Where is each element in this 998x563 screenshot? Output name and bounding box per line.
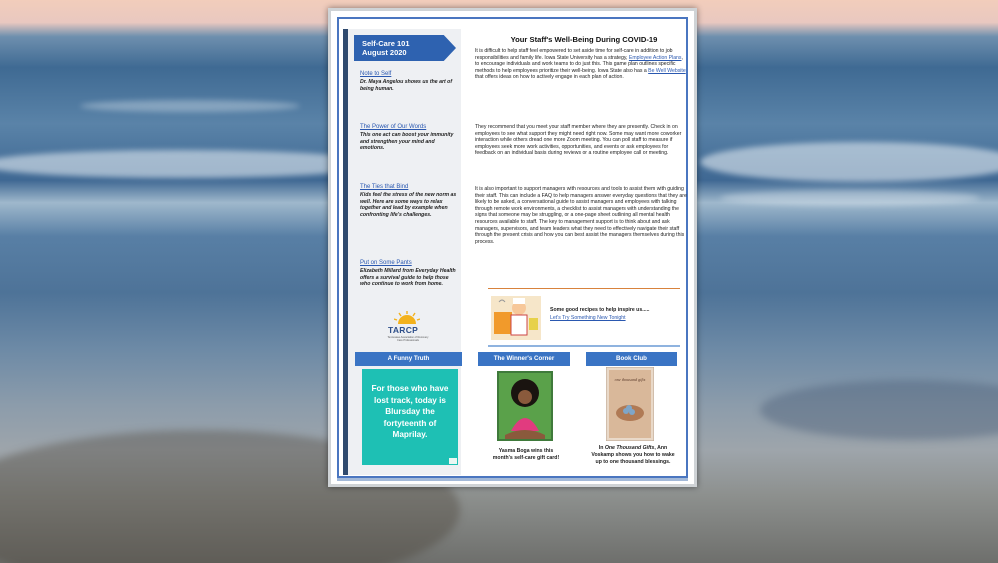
book-cover-title: one thousand gifts [615,377,646,382]
article-paragraph: It is also important to support managers… [475,186,687,245]
sidebar-link[interactable]: Put on Some Pants [360,260,458,267]
employee-action-plans-link[interactable]: Employee Action Plans [629,55,682,61]
sidebar-description: Kids feel the stress of the new norm as … [360,192,457,218]
paragraph-text: that offers ideas on how to actively eng… [475,74,624,81]
corner-tag [449,458,457,464]
funny-line: For those who have [371,384,449,393]
book-cover: one thousand gifts [606,367,654,441]
sidebar-item-put-on-pants: Put on Some Pants Elizabeth Millard from… [360,260,458,288]
funny-line: lost track, today is [374,395,446,405]
sidebar-description: Elizabeth Millard from Everyday Health o… [360,268,456,288]
chef-clipart [491,296,541,340]
issue-banner: Self-Care 101 August 2020 [354,35,456,61]
funny-line: fortyteenth of [383,418,437,428]
caption-line: month's self-care gift card! [492,455,560,461]
wave-foam [700,142,998,182]
caption-line: Yasma Boga wins this [498,448,554,454]
section-divider [488,345,680,347]
banner-date: August 2020 [362,48,407,57]
section-divider [488,288,680,289]
sidebar-description: This one act can boost your immunity and… [360,132,454,152]
be-well-website-link[interactable]: Be Well Website [648,68,686,74]
book-club-heading: Book Club [586,352,677,366]
winners-corner-heading: The Winner's Corner [478,352,570,366]
wave-foam [720,190,980,206]
sidebar-link[interactable]: The Ties that Bind [360,184,458,191]
book-title: One Thousand Gifts [604,445,655,451]
banner-title: Self-Care 101 [362,39,410,48]
funny-line: Blursday the [385,407,435,416]
wave-foam [0,150,380,178]
sidebar-rail [343,29,348,475]
page-bottom-rule [337,478,688,481]
sidebar-link[interactable]: Note to Self [360,71,458,78]
sun-icon [394,311,420,324]
article-paragraph: They recommend that you meet your staff … [475,124,682,157]
sidebar-item-note-to-self: Note to Self Dr. Maya Angelou shows us t… [360,71,458,92]
funny-line: Maprilay. [392,430,428,439]
recipes-link[interactable]: Let's Try Something New Tonight [550,315,626,321]
funny-truth-heading: A Funny Truth [355,352,462,366]
logo-subtitle: Tennessee Association of Recovery Care P… [387,336,429,342]
sidebar-link[interactable]: The Power of Our Words [360,124,458,131]
article-paragraph: It is difficult to help staff feel empow… [475,48,688,81]
wet-sand [760,380,998,440]
book-caption: In One Thousand Gifts, Ann Voskamp shows… [589,445,677,466]
sidebar-item-ties-that-bind: The Ties that Bind Kids feel the stress … [360,184,458,218]
wave-foam [80,100,300,112]
funny-truth-card: For those who have lost track, today is … [362,369,458,465]
newsletter-page: Self-Care 101 August 2020 Note to Self D… [328,8,697,487]
sidebar-item-power-of-words: The Power of Our Words This one act can … [360,124,458,152]
logo-wordmark: TARCP [388,325,419,335]
recipes-title: Some good recipes to help inspire us....… [550,307,650,313]
article-title: Your Staff's Well-Being During COVID-19 [510,35,658,44]
winner-photo [497,371,553,441]
winner-caption: Yasma Boga wins this month's self-care g… [481,448,571,462]
sidebar-description: Dr. Maya Angelou shows us the art of bei… [360,79,453,92]
